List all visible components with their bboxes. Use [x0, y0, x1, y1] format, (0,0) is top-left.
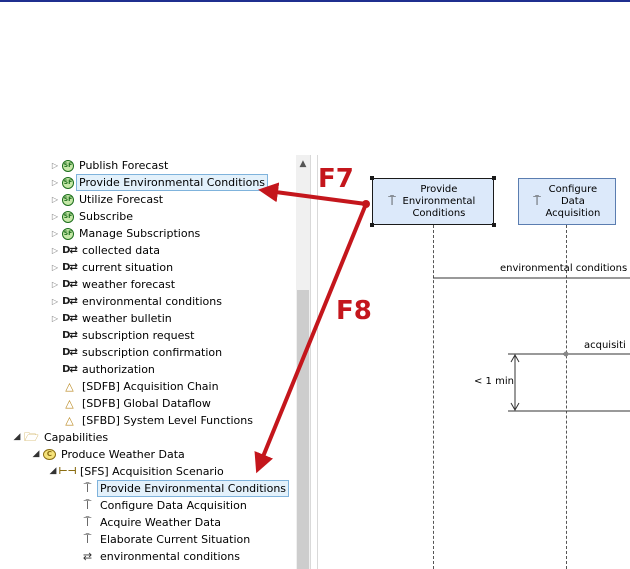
instance-role-icon: ⍑ [83, 498, 92, 513]
function-icon: SF [62, 176, 74, 189]
collapsed-arrow-icon[interactable]: ▷ [50, 259, 60, 276]
tree-item-label: Configure Data Acquisition [100, 499, 247, 512]
window-top-border [0, 0, 630, 2]
capability-icon: C [43, 449, 56, 460]
pane-splitter[interactable] [310, 155, 318, 569]
tree-item-label: [SFBD] System Level Functions [82, 414, 253, 427]
tree-item-global-dataflow-diagram[interactable]: △ [SDFB] Global Dataflow [62, 395, 211, 412]
exchange-item-icon: D⇄ [62, 313, 78, 324]
tree-item-label: Provide Environmental Conditions [76, 174, 269, 191]
exchange-item-icon: D⇄ [62, 296, 78, 307]
tree-item-subscription-confirmation[interactable]: D⇄ subscription confirmation [62, 344, 222, 361]
expanded-arrow-icon[interactable]: ◢ [31, 446, 41, 463]
tree-item-label: environmental conditions [100, 550, 240, 563]
tree-item-acquisition-chain-diagram[interactable]: △ [SDFB] Acquisition Chain [62, 378, 219, 395]
tree-item-label: authorization [82, 363, 155, 376]
diagram-overlay [433, 277, 630, 412]
tree-item-current-situation[interactable]: ▷ D⇄ current situation [50, 259, 173, 276]
sequence-diagram-canvas[interactable]: ⍑ Provide Environmental Conditions ⍑ Con… [318, 155, 630, 569]
scroll-up-arrow-icon[interactable]: ▲ [296, 159, 310, 169]
tree-item-label: Produce Weather Data [61, 448, 185, 461]
expanded-arrow-icon[interactable]: ◢ [12, 429, 22, 446]
tree-item-label: Utilize Forecast [79, 193, 164, 206]
tree-item-manage-subscriptions[interactable]: ▷ SF Manage Subscriptions [50, 225, 200, 242]
tree-item-subscription-request[interactable]: D⇄ subscription request [62, 327, 194, 344]
diagram-icon: △ [65, 397, 74, 410]
collapsed-arrow-icon[interactable]: ▷ [50, 225, 60, 242]
exchange-item-icon: D⇄ [62, 330, 78, 341]
annotation-label-f8: F8 [336, 296, 372, 326]
collapsed-arrow-icon[interactable]: ▷ [50, 293, 60, 310]
exchange-item-icon: D⇄ [62, 347, 78, 358]
tree-item-label: Manage Subscriptions [79, 227, 201, 240]
tree-item-label: weather forecast [82, 278, 176, 291]
tree-item-produce-weather-data[interactable]: ◢ C Produce Weather Data [31, 446, 185, 463]
tree-item-label: collected data [82, 244, 161, 257]
diagram-icon: △ [65, 380, 74, 393]
tree-item-weather-forecast[interactable]: ▷ D⇄ weather forecast [50, 276, 175, 293]
collapsed-arrow-icon[interactable]: ▷ [50, 174, 60, 191]
tree-item-instance-provide-environmental-conditions[interactable]: ⍑ Provide Environmental Conditions [80, 480, 290, 497]
tree-item-label: Publish Forecast [79, 159, 169, 172]
instance-role-icon: ⍑ [83, 515, 92, 530]
tree-item-label: [SDFB] Acquisition Chain [82, 380, 219, 393]
scenario-icon: ⊢⊣ [58, 466, 77, 477]
tree-item-label: weather bulletin [82, 312, 172, 325]
tree-item-collected-data[interactable]: ▷ D⇄ collected data [50, 242, 160, 259]
tree-item-label: Elaborate Current Situation [100, 533, 251, 546]
tree-item-message-environmental-conditions[interactable]: ⇄ environmental conditions [80, 548, 240, 565]
tree-item-label: Capabilities [44, 431, 109, 444]
tree-item-label: [SFS] Acquisition Scenario [80, 465, 224, 478]
tree-item-label: [SDFB] Global Dataflow [82, 397, 211, 410]
exchange-item-icon: D⇄ [62, 245, 78, 256]
tree-item-label: environmental conditions [82, 295, 222, 308]
tree-item-provide-environmental-conditions[interactable]: ▷ SF Provide Environmental Conditions [50, 174, 269, 191]
diagram-icon: △ [65, 414, 74, 427]
annotation-label-f7: F7 [318, 164, 354, 194]
message-anchor [563, 351, 569, 357]
collapsed-arrow-icon[interactable]: ▷ [50, 157, 60, 174]
collapsed-arrow-icon[interactable]: ▷ [50, 276, 60, 293]
function-icon: SF [62, 210, 74, 223]
tree-item-label: subscription request [82, 329, 195, 342]
scrollbar-thumb[interactable] [297, 290, 309, 569]
collapsed-arrow-icon[interactable]: ▷ [50, 191, 60, 208]
tree-item-subscribe[interactable]: ▷ SF Subscribe [50, 208, 133, 225]
collapsed-arrow-icon[interactable]: ▷ [50, 242, 60, 259]
tree-item-instance-configure-data-acquisition[interactable]: ⍑ Configure Data Acquisition [80, 497, 247, 514]
tree-item-instance-acquire-weather-data[interactable]: ⍑ Acquire Weather Data [80, 514, 221, 531]
collapsed-arrow-icon[interactable]: ▷ [50, 310, 60, 327]
function-icon: SF [62, 159, 74, 172]
project-explorer-tree[interactable]: ▷ SF Publish Forecast ▷ SF Provide Envir… [0, 155, 296, 569]
tree-item-label: Subscribe [79, 210, 134, 223]
tree-item-authorization[interactable]: D⇄ authorization [62, 361, 155, 378]
function-icon: SF [62, 227, 74, 240]
tree-item-utilize-forecast[interactable]: ▷ SF Utilize Forecast [50, 191, 163, 208]
exchange-item-icon: D⇄ [62, 262, 78, 273]
function-icon: SF [62, 193, 74, 206]
exchange-item-icon: D⇄ [62, 364, 78, 375]
tree-item-publish-forecast[interactable]: ▷ SF Publish Forecast [50, 157, 168, 174]
exchange-message-icon: ⇄ [82, 550, 93, 563]
tree-vertical-scrollbar[interactable]: ▲ [296, 155, 310, 569]
instance-role-icon: ⍑ [83, 532, 92, 547]
tree-item-capabilities[interactable]: ◢ 🗁 Capabilities [12, 429, 109, 446]
tree-item-acquisition-scenario[interactable]: ◢ ⊢⊣ [SFS] Acquisition Scenario [48, 463, 224, 480]
collapsed-arrow-icon[interactable]: ▷ [50, 208, 60, 225]
tree-item-instance-elaborate-current-situation[interactable]: ⍑ Elaborate Current Situation [80, 531, 251, 548]
tree-item-label: Provide Environmental Conditions [97, 480, 290, 497]
tree-item-environmental-conditions[interactable]: ▷ D⇄ environmental conditions [50, 293, 222, 310]
expanded-arrow-icon[interactable]: ◢ [48, 463, 58, 480]
tree-item-label: current situation [82, 261, 174, 274]
tree-item-label: subscription confirmation [82, 346, 223, 359]
tree-item-label: Acquire Weather Data [100, 516, 222, 529]
exchange-item-icon: D⇄ [62, 279, 78, 290]
folder-icon: 🗁 [24, 430, 39, 444]
instance-role-icon: ⍑ [83, 481, 92, 496]
tree-item-system-level-functions-diagram[interactable]: △ [SFBD] System Level Functions [62, 412, 253, 429]
tree-item-weather-bulletin[interactable]: ▷ D⇄ weather bulletin [50, 310, 172, 327]
